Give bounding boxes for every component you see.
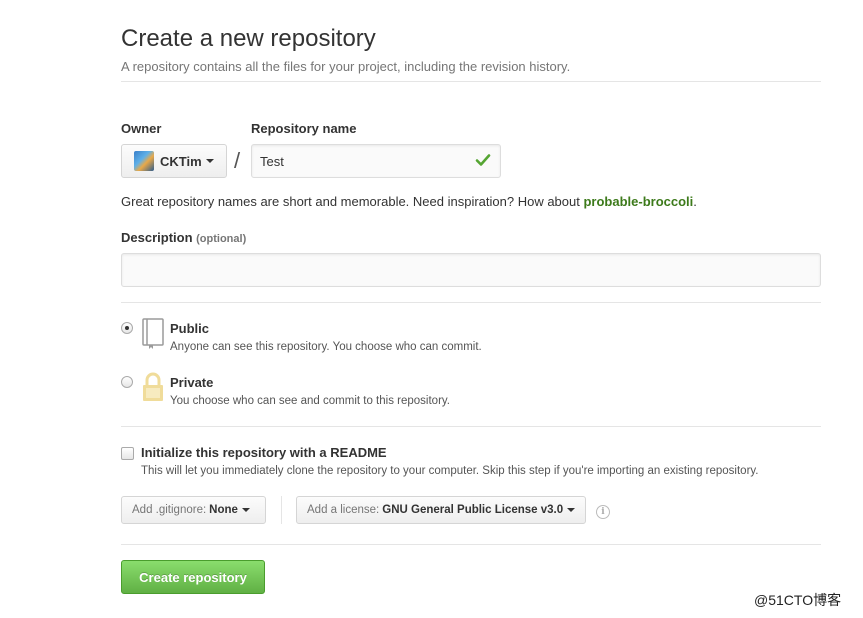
description-label-text: Description — [121, 230, 193, 245]
description-input[interactable] — [121, 253, 821, 287]
repo-book-icon — [142, 318, 164, 349]
repo-name-label: Repository name — [251, 121, 357, 136]
readme-checkbox[interactable] — [121, 447, 134, 460]
name-suggestion[interactable]: probable-broccoli — [583, 194, 693, 209]
page-subtitle: A repository contains all the files for … — [121, 59, 571, 74]
description-label: Description (optional) — [121, 230, 246, 245]
private-desc: You choose who can see and commit to thi… — [170, 395, 450, 407]
hint-suffix: . — [693, 194, 697, 209]
public-radio[interactable] — [121, 322, 133, 334]
page-title: Create a new repository — [121, 25, 376, 52]
readme-desc: This will let you immediately clone the … — [141, 465, 759, 477]
license-select[interactable]: Add a license: GNU General Public Licens… — [296, 496, 586, 524]
repo-name-input[interactable] — [251, 144, 501, 178]
create-repository-button[interactable]: Create repository — [121, 560, 265, 594]
owner-repo-separator: / — [234, 148, 241, 173]
owner-select[interactable]: CKTim — [121, 144, 227, 178]
private-title: Private — [170, 375, 214, 390]
public-title: Public — [170, 321, 210, 336]
readme-label[interactable]: Initialize this repository with a README — [141, 445, 387, 460]
lock-icon — [143, 372, 163, 401]
repo-name-hint: Great repository names are short and mem… — [121, 194, 697, 209]
public-desc: Anyone can see this repository. You choo… — [170, 341, 482, 353]
license-prefix: Add a license: — [307, 504, 380, 516]
avatar — [134, 151, 154, 171]
gitignore-prefix: Add .gitignore: — [132, 504, 207, 516]
chevron-down-icon — [241, 508, 250, 512]
check-icon — [475, 154, 491, 166]
divider-visibility — [121, 302, 821, 303]
gitignore-select[interactable]: Add .gitignore: None — [121, 496, 266, 524]
divider-readme — [121, 426, 821, 427]
watermark: @51CTO博客 — [754, 592, 842, 608]
chevron-down-icon — [567, 508, 576, 512]
select-divider — [281, 496, 282, 524]
gitignore-value: None — [209, 504, 238, 516]
divider-submit — [121, 544, 821, 545]
owner-label: Owner — [121, 121, 162, 136]
private-radio[interactable] — [121, 376, 133, 388]
license-value: GNU General Public License v3.0 — [382, 504, 564, 516]
info-icon[interactable]: i — [596, 505, 610, 519]
chevron-down-icon — [205, 159, 214, 163]
owner-name: CKTim — [160, 153, 202, 169]
header-divider — [121, 81, 821, 82]
hint-text: Great repository names are short and mem… — [121, 194, 584, 209]
optional-note: (optional) — [196, 233, 247, 245]
